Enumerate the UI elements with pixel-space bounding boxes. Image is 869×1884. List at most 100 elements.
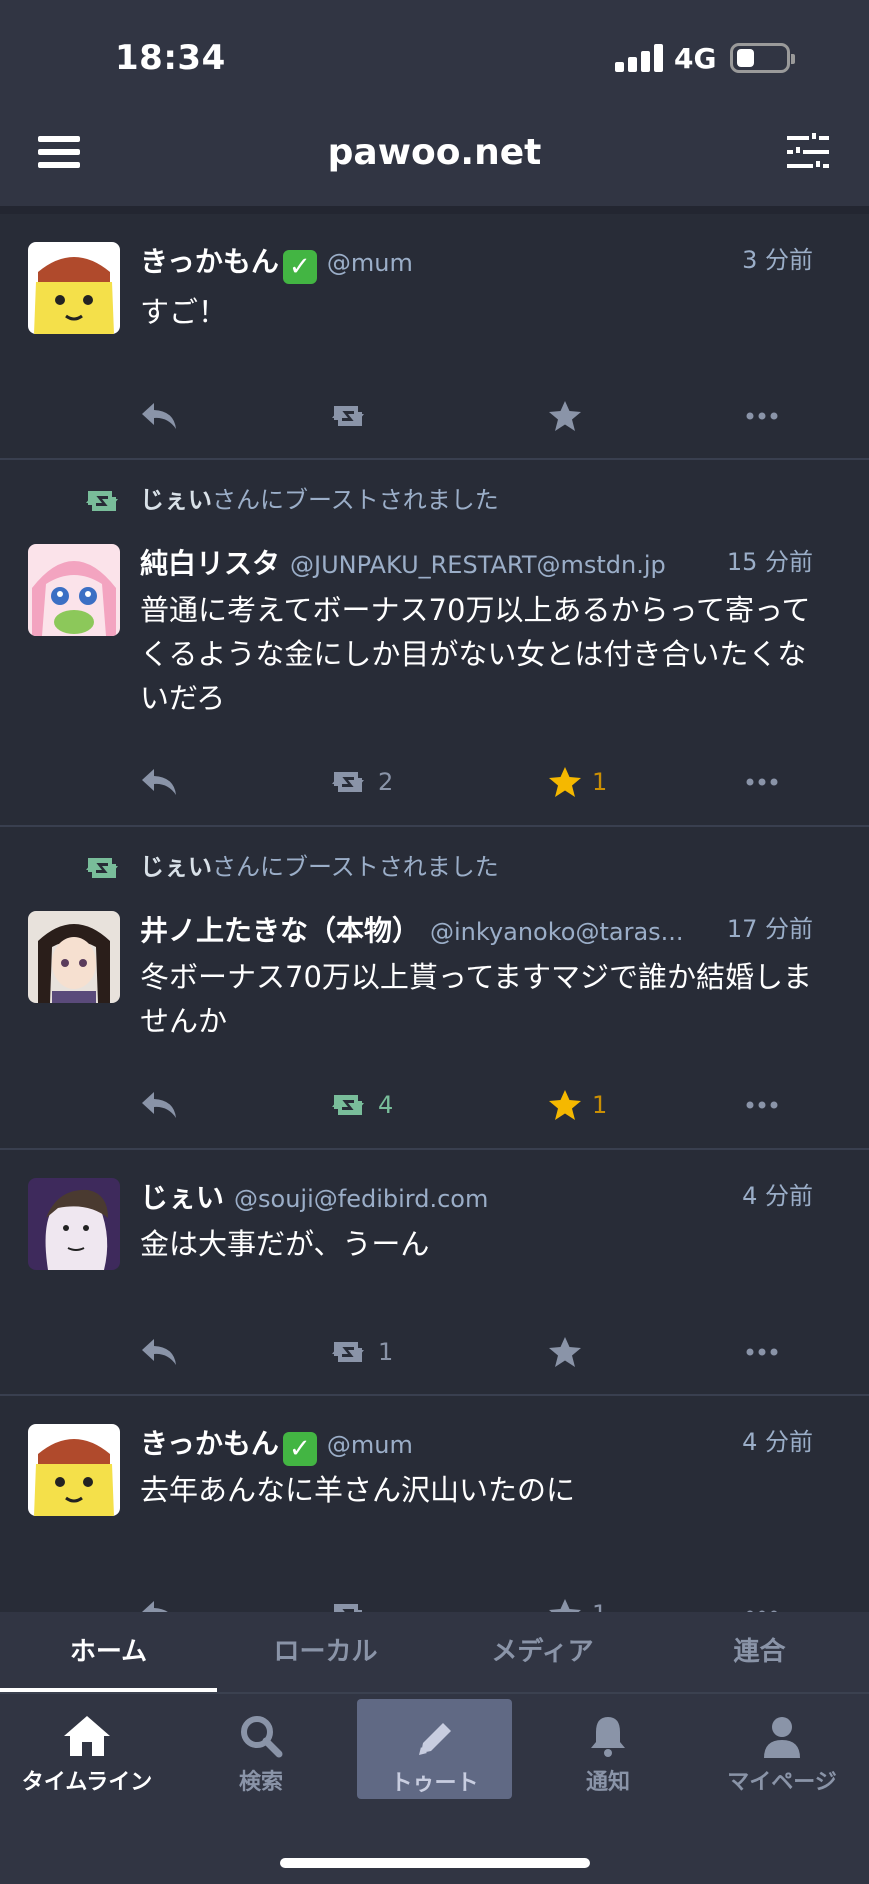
booster-name[interactable]: じぇい <box>140 853 212 881</box>
boost-count: 1 <box>378 1338 394 1366</box>
boost-icon <box>86 491 118 511</box>
more-button[interactable] <box>746 762 778 802</box>
name-line: きっかもん ✓ @mum 3 分前 <box>140 240 841 284</box>
avatar[interactable] <box>28 544 120 636</box>
boost-button[interactable]: 2 <box>328 762 393 802</box>
booster-name[interactable]: じぇい <box>140 486 212 514</box>
account-handle[interactable]: @mum <box>327 249 413 277</box>
app-header: pawoo.net <box>0 110 869 206</box>
ellipsis-icon <box>746 1101 778 1109</box>
account-handle[interactable]: @mum <box>327 1431 413 1459</box>
reply-icon <box>142 1339 176 1365</box>
avatar[interactable] <box>28 1424 120 1516</box>
header-divider <box>0 206 869 214</box>
star-icon <box>549 767 581 797</box>
reply-icon <box>142 769 176 795</box>
name-line: じぇい @souji@fedibird.com 4 分前 <box>140 1176 841 1216</box>
battery-icon <box>730 43 795 73</box>
favourite-button[interactable] <box>548 1332 592 1372</box>
post-content: 金は大事だが、うーん <box>140 1227 430 1261</box>
reply-icon <box>142 1092 176 1118</box>
search-icon <box>241 1716 283 1758</box>
post-actions: 2 1 <box>140 762 840 802</box>
reply-icon <box>142 1601 168 1612</box>
display-name[interactable]: 純白リスタ <box>140 547 280 580</box>
reply-button[interactable] <box>140 1332 178 1372</box>
display-name[interactable]: きっかもん <box>140 245 279 278</box>
home-icon <box>64 1716 110 1756</box>
signal-icon <box>615 44 663 72</box>
nav-search[interactable]: 検索 <box>174 1714 348 1814</box>
boost-button[interactable]: 4 <box>328 1085 393 1125</box>
boost-icon <box>334 1604 364 1612</box>
nav-mypage[interactable]: マイページ <box>695 1714 869 1814</box>
post-content: すご！ <box>140 295 228 329</box>
nav-notifications[interactable]: 通知 <box>521 1714 695 1814</box>
boost-icon <box>332 406 364 426</box>
status-post[interactable]: じぇい @souji@fedibird.com 4 分前 金は大事だが、うーん 1 <box>0 1150 869 1396</box>
name-line: 純白リスタ @JUNPAKU_RESTART@mstdn.jp 15 分前 <box>140 542 841 582</box>
post-actions: 1 <box>140 1332 840 1372</box>
boost-button[interactable] <box>328 1594 378 1612</box>
post-time[interactable]: 3 分前 <box>742 240 813 275</box>
account-handle[interactable]: @inkyanoko@taras... <box>430 918 684 946</box>
status-post[interactable]: きっかもん✓ @mum 4 分前 去年あんなに羊さん沢山いたのに 1 <box>0 1396 869 1612</box>
boost-icon <box>332 772 364 792</box>
more-button[interactable] <box>746 1332 778 1372</box>
post-actions: 4 1 <box>140 1085 840 1125</box>
nav-timeline[interactable]: タイムライン <box>0 1714 174 1814</box>
bell-icon <box>591 1717 625 1757</box>
display-name[interactable]: 井ノ上たきな（本物） <box>140 914 420 947</box>
tab-home[interactable]: ホーム <box>0 1612 217 1692</box>
reply-icon <box>142 403 176 429</box>
post-time[interactable]: 4 分前 <box>742 1176 813 1211</box>
post-content: 冬ボーナス70万以上貰ってますマジで誰か結婚しませんか <box>140 960 813 1038</box>
reply-button[interactable] <box>140 762 178 802</box>
status-post[interactable]: じぇいさんにブーストされました 井ノ上たきな（本物） @inkyanoko@tar… <box>0 827 869 1150</box>
timeline-feed[interactable]: きっかもん ✓ @mum 3 分前 すご！ じぇいさんにブーストされました 純白リス… <box>0 214 869 1612</box>
post-time[interactable]: 17 分前 <box>727 909 813 944</box>
account-handle[interactable]: @souji@fedibird.com <box>234 1185 488 1213</box>
fav-count: 1 <box>592 1600 607 1612</box>
reply-button[interactable] <box>140 1085 178 1125</box>
network-type: 4G <box>674 42 717 75</box>
favourite-button[interactable]: 1 <box>548 1085 607 1125</box>
favourite-button[interactable] <box>548 396 592 436</box>
timeline-tabs: ホーム ローカル メディア 連合 <box>0 1612 869 1692</box>
column-settings-icon[interactable] <box>787 130 831 172</box>
more-button[interactable] <box>746 1594 778 1612</box>
favourite-button[interactable]: 1 <box>548 762 607 802</box>
verified-check-icon: ✓ <box>282 1432 317 1466</box>
status-post[interactable]: きっかもん ✓ @mum 3 分前 すご！ <box>0 214 869 460</box>
home-indicator <box>280 1858 590 1868</box>
reply-button[interactable] <box>140 396 178 436</box>
user-icon <box>764 1717 800 1758</box>
favourite-button[interactable]: 1 <box>548 1594 607 1612</box>
more-button[interactable] <box>746 1085 778 1125</box>
tab-media[interactable]: メディア <box>434 1612 651 1692</box>
ellipsis-icon <box>746 412 778 420</box>
top-bar: 18:34 4G pawoo.net <box>0 0 869 206</box>
boost-icon <box>332 1342 364 1362</box>
avatar[interactable] <box>28 242 120 334</box>
tab-local[interactable]: ローカル <box>217 1612 434 1692</box>
account-handle[interactable]: @JUNPAKU_RESTART@mstdn.jp <box>290 551 666 579</box>
boost-count: 4 <box>378 1091 394 1119</box>
boost-button[interactable] <box>328 396 378 436</box>
verified-check-icon: ✓ <box>282 250 317 284</box>
more-button[interactable] <box>746 396 778 436</box>
avatar[interactable] <box>28 911 120 1003</box>
avatar[interactable] <box>28 1178 120 1270</box>
status-post[interactable]: じぇいさんにブーストされました 純白リスタ @JUNPAKU_RESTART@ms… <box>0 460 869 827</box>
toot-button[interactable]: トゥート <box>357 1699 512 1799</box>
display-name[interactable]: じぇい <box>140 1181 224 1214</box>
tab-federated[interactable]: 連合 <box>651 1612 868 1692</box>
post-time[interactable]: 4 分前 <box>742 1422 813 1457</box>
star-icon <box>549 1599 581 1612</box>
display-name[interactable]: きっかもん <box>140 1427 279 1460</box>
boost-button[interactable]: 1 <box>328 1332 393 1372</box>
post-time[interactable]: 15 分前 <box>727 542 813 577</box>
boost-count: 2 <box>378 768 394 796</box>
star-icon <box>549 1337 581 1367</box>
reply-button[interactable] <box>140 1594 178 1612</box>
